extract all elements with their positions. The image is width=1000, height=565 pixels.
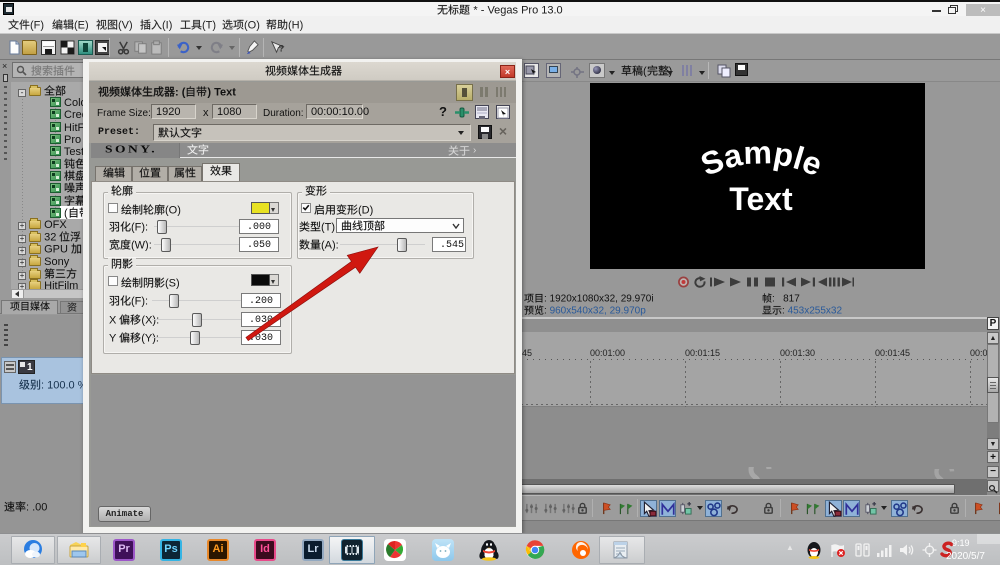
svg-text:?: ? (278, 43, 284, 53)
svg-text:Text: Text (729, 181, 793, 217)
svg-text:Sample: Sample (696, 134, 828, 183)
